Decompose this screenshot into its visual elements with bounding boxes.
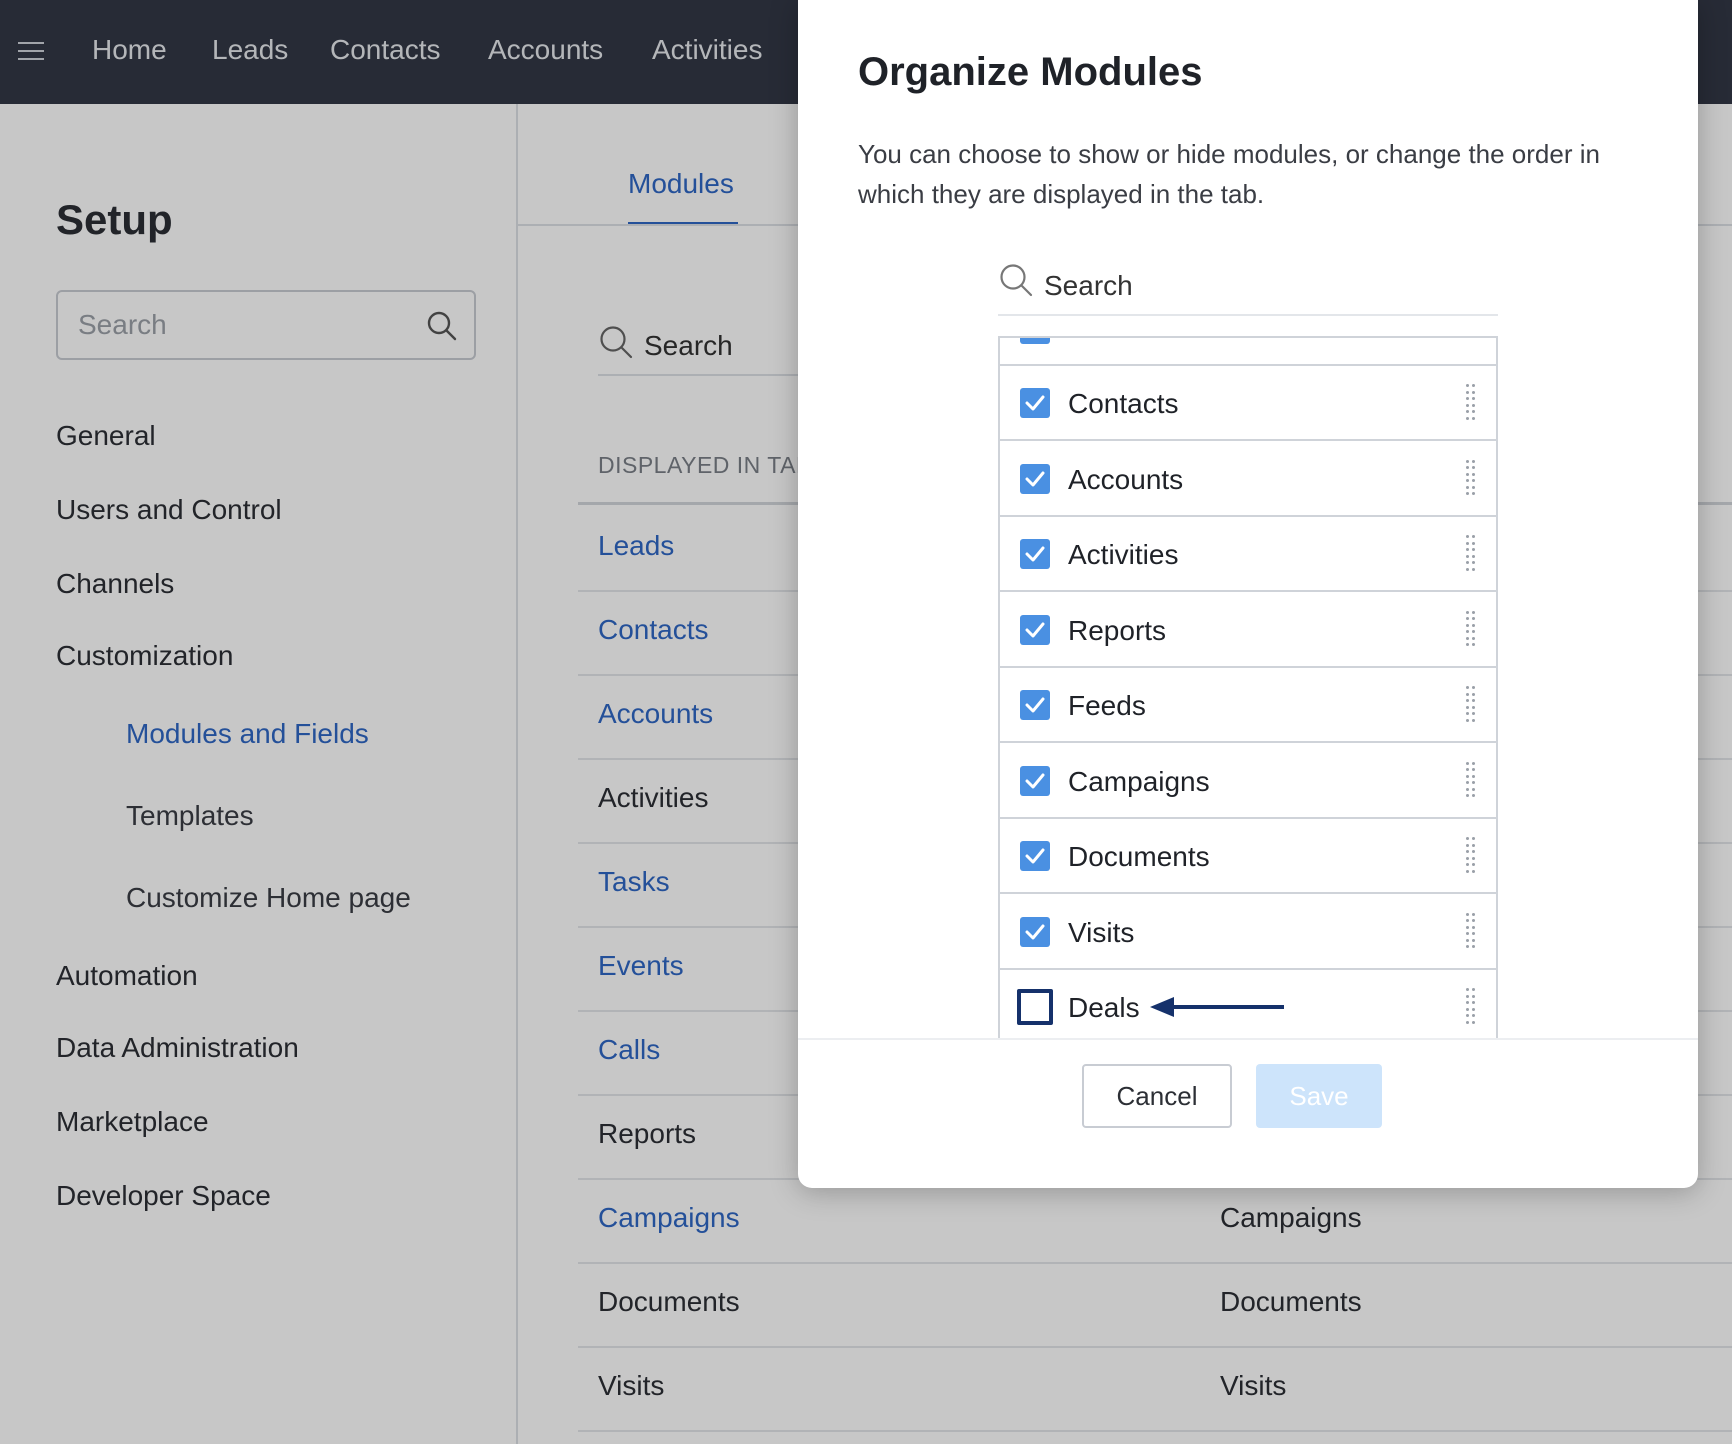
drag-handle-icon[interactable] — [1466, 459, 1478, 496]
list-item-label: Activities — [1068, 539, 1179, 570]
list-item-label: Campaigns — [1068, 765, 1210, 797]
drag-handle-icon[interactable] — [1466, 761, 1478, 798]
drag-handle-icon[interactable] — [1466, 837, 1478, 873]
checkbox-checked[interactable] — [1020, 841, 1050, 871]
drag-handle-icon[interactable] — [1466, 535, 1478, 571]
checkbox-checked[interactable] — [1020, 690, 1050, 720]
list-item-label: Visits — [1068, 916, 1135, 948]
drag-handle-icon[interactable] — [1466, 912, 1478, 949]
drag-handle-icon[interactable] — [1466, 988, 1478, 1024]
checkbox-checked[interactable] — [1020, 388, 1050, 418]
list-item[interactable]: Feeds — [1000, 668, 1496, 743]
save-button[interactable]: Save — [1256, 1064, 1382, 1128]
checkmark-icon — [1025, 924, 1045, 939]
list-item[interactable]: Accounts — [1000, 442, 1496, 517]
checkmark-icon — [1025, 471, 1045, 486]
checkmark-icon — [1025, 546, 1045, 562]
checkbox-checked[interactable] — [1020, 539, 1050, 569]
checkbox-checked[interactable] — [1020, 765, 1050, 796]
list-item[interactable]: Contacts — [1000, 366, 1496, 441]
drag-handle-icon[interactable] — [1466, 610, 1478, 647]
list-item-label: Feeds — [1068, 690, 1146, 721]
dialog-search-input[interactable] — [1044, 266, 1484, 306]
checkbox-checked[interactable] — [1020, 614, 1050, 645]
list-item[interactable]: Reports — [1000, 593, 1496, 668]
list-item[interactable]: Visits — [1000, 895, 1496, 970]
dialog-search — [998, 260, 1498, 316]
drag-handle-icon[interactable] — [1466, 686, 1478, 722]
cancel-button[interactable]: Cancel — [1082, 1064, 1232, 1128]
checkbox-partial — [1020, 338, 1050, 344]
list-item-partially-visible — [1000, 338, 1496, 366]
dialog-title: Organize Modules — [858, 50, 1203, 94]
arrow-left-icon — [1150, 994, 1286, 1020]
dialog-description: You can choose to show or hide modules, … — [858, 139, 1600, 209]
checkmark-icon — [1025, 395, 1045, 411]
module-list[interactable]: Contacts Accounts Activities Reports Feeds Ca… — [998, 336, 1498, 1038]
checkmark-icon — [1025, 622, 1045, 637]
list-item[interactable]: Activities — [1000, 517, 1496, 592]
checkmark-icon — [1025, 773, 1045, 788]
drag-handle-icon[interactable] — [1466, 384, 1478, 420]
checkbox-checked[interactable] — [1020, 463, 1050, 494]
checkmark-icon — [1025, 697, 1045, 713]
search-icon — [1000, 264, 1033, 297]
list-item-label: Accounts — [1068, 463, 1184, 495]
list-item-label: Contacts — [1068, 388, 1179, 419]
list-item-label: Reports — [1068, 614, 1167, 646]
checkbox-unchecked[interactable] — [1017, 989, 1053, 1025]
list-item-label: Deals — [1068, 992, 1140, 1023]
dialog-footer-divider — [798, 1038, 1698, 1040]
list-item[interactable]: Campaigns — [1000, 744, 1496, 819]
checkbox-checked[interactable] — [1020, 916, 1050, 947]
checkmark-icon — [1025, 848, 1045, 864]
list-item-label: Documents — [1068, 841, 1210, 872]
list-item[interactable]: Deals — [1000, 970, 1496, 1038]
organize-modules-dialog: Organize Modules You can choose to show … — [798, 0, 1698, 1188]
list-item[interactable]: Documents — [1000, 819, 1496, 894]
